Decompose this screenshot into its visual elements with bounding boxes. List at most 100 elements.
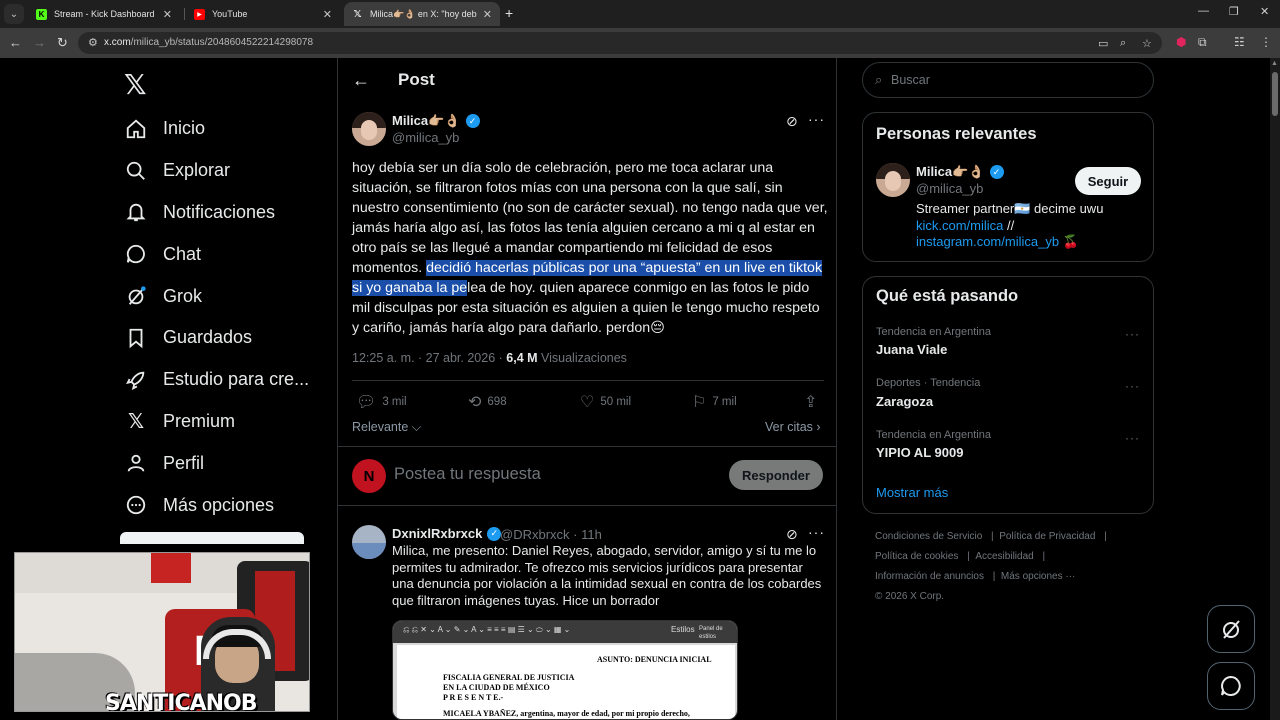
- show-more-link[interactable]: Mostrar más: [876, 485, 948, 500]
- url-field[interactable]: ⚙ x.com/milica_yb/status/204860452221429…: [78, 32, 1162, 54]
- comment-image[interactable]: ⎌ ⎌ ✕ ⌄ A ⌄ ✎ ⌄ A ⌄ ≡ ≡ ≡ ▤ ☰ ⌄ ⬭ ⌄ ▦ ⌄ …: [392, 620, 738, 720]
- menu-icon[interactable]: ⋮: [1260, 35, 1272, 49]
- doc-line: FISCALIA GENERAL DE JUSTICIA: [443, 673, 575, 682]
- sidebar-item-perfil[interactable]: Perfil: [124, 442, 309, 484]
- star-icon[interactable]: ☆: [1142, 37, 1152, 50]
- messages-float-button[interactable]: [1207, 662, 1255, 710]
- trend-item[interactable]: Zaragoza: [876, 394, 933, 409]
- extension-icon[interactable]: ⬢: [1176, 35, 1186, 49]
- tab-search-button[interactable]: ⌄: [4, 4, 24, 24]
- doc-toolbar-icons: ⎌ ⎌ ✕ ⌄ A ⌄ ✎ ⌄ A ⌄ ≡ ≡ ≡ ▤ ☰ ⌄ ⬭ ⌄ ▦ ⌄: [403, 625, 571, 634]
- trend-more-icon[interactable]: ···: [1125, 327, 1140, 341]
- instagram-link[interactable]: instagram.com/milica_yb: [916, 234, 1059, 249]
- author-handle[interactable]: @milica_yb: [392, 130, 459, 145]
- grok-explain-icon[interactable]: ⊘: [786, 526, 798, 543]
- person-handle[interactable]: @milica_yb: [916, 181, 983, 196]
- sidebar-item-label: Explorar: [163, 160, 231, 181]
- post-button[interactable]: [120, 532, 304, 544]
- forward-icon[interactable]: →: [33, 35, 46, 50]
- trend-item[interactable]: Juana Viale: [876, 342, 947, 357]
- tab-label: Milica👉🏼👌🏼 en X: "hoy debía s: [370, 8, 477, 19]
- grok-explain-icon[interactable]: ⊘: [786, 113, 798, 130]
- sidebar-item-explorar[interactable]: Explorar: [124, 150, 309, 192]
- trend-more-icon[interactable]: ···: [1125, 431, 1140, 445]
- trend-more-icon[interactable]: ···: [1125, 379, 1140, 393]
- maximize-icon[interactable]: ❐: [1229, 5, 1239, 18]
- sidebar-item-label: Chat: [163, 243, 202, 264]
- scroll-thumb[interactable]: [1272, 72, 1278, 116]
- tab-x-post[interactable]: 𝕏 Milica👉🏼👌🏼 en X: "hoy debía s ✕: [344, 2, 500, 26]
- sidebar-item-notificaciones[interactable]: Notificaciones: [124, 192, 309, 234]
- trend-item[interactable]: YIPIO AL 9009: [876, 445, 963, 460]
- see-quotes-link[interactable]: Ver citas ›: [765, 420, 821, 434]
- sidebar-item-chat[interactable]: Chat: [124, 233, 309, 275]
- footer-links: Condiciones de Servicio | Política de Pr…: [875, 531, 1107, 602]
- close-tab-icon[interactable]: ✕: [483, 8, 492, 21]
- back-arrow-icon[interactable]: ←: [352, 70, 370, 91]
- scroll-up-icon[interactable]: ▲: [1271, 60, 1278, 67]
- sidebar-item-label: Notificaciones: [163, 201, 276, 222]
- footer-link[interactable]: Información de anuncios: [875, 571, 984, 582]
- footer-link[interactable]: Política de cookies: [875, 551, 958, 562]
- sidebar-item-guardados[interactable]: Guardados: [124, 317, 309, 359]
- repost-button[interactable]: ⟲ 698: [468, 392, 507, 412]
- doc-toolbar-styles: Estilos: [671, 625, 695, 634]
- more-options-icon[interactable]: ···: [808, 524, 825, 540]
- reply-submit-button[interactable]: Responder: [729, 460, 823, 490]
- doc-toolbar-panel: Panel de estilos: [699, 626, 723, 640]
- sidebar-item-inicio[interactable]: Inicio: [124, 108, 309, 150]
- footer-link[interactable]: Más opciones ···: [1001, 571, 1075, 582]
- sidebar-item-grok[interactable]: Grok: [124, 275, 309, 317]
- person-name[interactable]: Milica👉🏼👌🏼 ✓: [916, 164, 1004, 180]
- page-scrollbar[interactable]: ▲: [1270, 58, 1280, 720]
- my-avatar[interactable]: N: [352, 459, 386, 493]
- sidebar-item-label: Premium: [163, 410, 236, 431]
- author-name[interactable]: Milica👉🏼👌🏼 ✓: [392, 113, 480, 129]
- footer-link[interactable]: Condiciones de Servicio: [875, 531, 982, 542]
- reload-icon[interactable]: ↻: [57, 35, 68, 51]
- footer-link[interactable]: Accesibilidad: [975, 551, 1033, 562]
- sidebar-item-premium[interactable]: 𝕏 Premium: [124, 401, 309, 443]
- close-tab-icon[interactable]: ✕: [323, 8, 332, 21]
- profile-icon[interactable]: ☷: [1234, 35, 1245, 49]
- new-tab-icon[interactable]: +: [505, 5, 513, 21]
- comment-author-name[interactable]: DxnixlRxbrxck ✓: [392, 526, 502, 541]
- site-info-icon[interactable]: ⚙: [88, 36, 98, 49]
- verified-badge-icon: ✓: [989, 165, 1004, 179]
- share-icon: ⇪: [804, 394, 818, 411]
- footer-link[interactable]: Política de Privacidad: [999, 531, 1095, 542]
- post-text: hoy debía ser un día solo de celebración…: [352, 160, 828, 336]
- reply-input[interactable]: Postea tu respuesta: [394, 465, 541, 484]
- like-button[interactable]: ♡ 50 mil: [580, 392, 631, 412]
- sidebar-item-estudio[interactable]: Estudio para cre...: [124, 359, 309, 401]
- cast-icon[interactable]: ▭: [1098, 37, 1108, 50]
- tab-kick[interactable]: K Stream - Kick Dashboard ✕: [28, 2, 180, 26]
- person-avatar[interactable]: [876, 163, 910, 197]
- heart-icon: ♡: [580, 394, 595, 411]
- puzzle-icon[interactable]: ⧉: [1198, 35, 1207, 50]
- comment-handle[interactable]: @DRxbrxck · 11h: [500, 527, 602, 542]
- more-options-icon[interactable]: ···: [808, 111, 825, 127]
- reply-icon: 💬︎: [356, 394, 377, 411]
- reply-button[interactable]: 💬︎ 3 mil: [356, 392, 407, 412]
- chat-icon: [124, 242, 148, 266]
- bookmark-button[interactable]: ⚐ 7 mil: [692, 392, 737, 412]
- zoom-icon[interactable]: ⌕: [1120, 37, 1126, 50]
- author-avatar[interactable]: [352, 112, 386, 146]
- comment-avatar[interactable]: [352, 525, 386, 559]
- sort-dropdown[interactable]: Relevante ⌵: [352, 420, 421, 435]
- kick-link[interactable]: kick.com/milica: [916, 218, 1003, 233]
- doc-line: P R E S E N T E.-: [443, 693, 504, 702]
- close-tab-icon[interactable]: ✕: [163, 8, 172, 21]
- address-bar-row: ← → ↻ ⚙ x.com/milica_yb/status/204860452…: [0, 28, 1280, 58]
- sidebar-item-mas-opciones[interactable]: Más opciones: [124, 484, 309, 526]
- search-input[interactable]: ⌕ Buscar: [862, 62, 1154, 98]
- minimize-icon[interactable]: —: [1198, 5, 1209, 17]
- tab-youtube[interactable]: ▶ YouTube ✕: [186, 2, 340, 26]
- back-icon[interactable]: ←: [9, 35, 22, 50]
- grok-float-button[interactable]: [1207, 605, 1255, 653]
- close-window-icon[interactable]: ✕: [1260, 5, 1269, 18]
- follow-button[interactable]: Seguir: [1075, 167, 1141, 195]
- share-button[interactable]: ⇪: [804, 392, 823, 412]
- x-logo-icon[interactable]: 𝕏: [124, 68, 147, 101]
